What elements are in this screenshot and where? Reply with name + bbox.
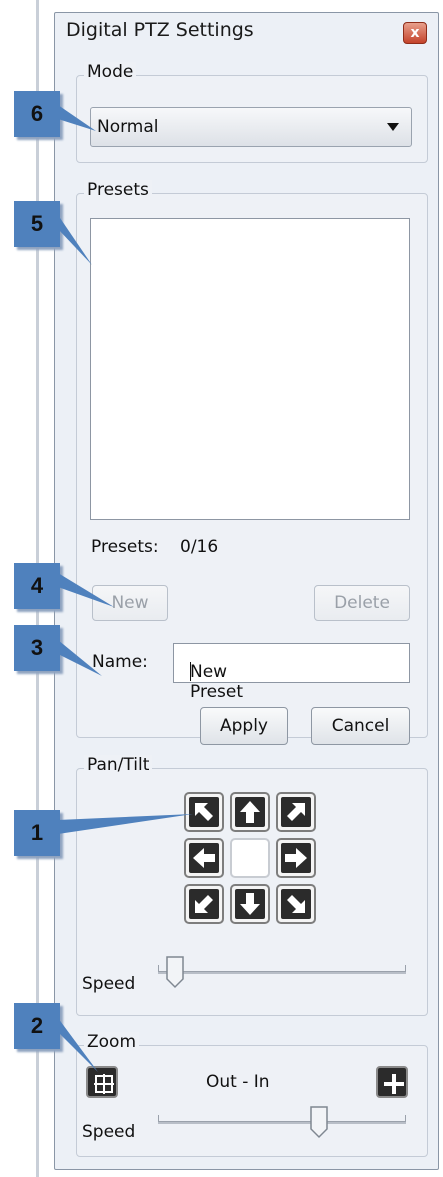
presets-list[interactable] — [90, 218, 410, 520]
pan-down-left-button[interactable] — [184, 884, 224, 924]
pan-right-button[interactable] — [276, 838, 316, 878]
plus-icon — [384, 1074, 404, 1094]
callout-3: 3 — [14, 625, 60, 671]
callout-6-pointer — [58, 105, 96, 131]
zoom-speed-label: Speed — [82, 1122, 136, 1142]
mode-select[interactable]: Normal — [90, 107, 412, 147]
zoom-in-button[interactable] — [376, 1066, 408, 1098]
arrow-up-icon — [240, 801, 260, 823]
arrow-down-icon — [240, 893, 260, 915]
pan-left-button[interactable] — [184, 838, 224, 878]
pantilt-group-label: Pan/Tilt — [84, 755, 153, 775]
callout-6: 6 — [14, 91, 60, 137]
zoom-speed-thumb[interactable] — [309, 1105, 329, 1139]
presets-group-label: Presets — [84, 180, 152, 200]
apply-button[interactable]: Apply — [200, 707, 288, 745]
preset-name-input[interactable]: New Preset — [173, 643, 410, 702]
presets-count-value: 0/16 — [180, 537, 219, 557]
callout-5-pointer — [58, 215, 92, 265]
arrow-down-left-icon — [195, 895, 213, 913]
mode-group-label: Mode — [84, 62, 137, 82]
mode-selected-value: Normal — [97, 117, 159, 137]
zoom-speed-track[interactable] — [158, 1121, 406, 1124]
callout-1: 1 — [14, 810, 60, 856]
pan-down-right-button[interactable] — [276, 884, 316, 924]
close-icon: x — [410, 25, 420, 41]
window-title: Digital PTZ Settings — [66, 19, 254, 41]
callout-4-pointer — [58, 573, 114, 607]
pantilt-speed-label: Speed — [82, 974, 136, 994]
callout-5: 5 — [14, 201, 60, 247]
callout-3-pointer — [58, 640, 102, 676]
delete-preset-button[interactable]: Delete — [314, 585, 410, 621]
pantilt-tick-start — [158, 965, 159, 971]
pantilt-speed-thumb[interactable] — [165, 955, 185, 989]
pantilt-speed-track[interactable] — [158, 971, 406, 974]
cancel-button[interactable]: Cancel — [311, 707, 410, 745]
pantilt-tick-end — [405, 965, 406, 971]
presets-count-label: Presets: — [91, 537, 159, 557]
callout-2: 2 — [14, 1003, 60, 1049]
arrow-left-icon — [193, 848, 215, 868]
preset-name-value: New Preset — [190, 662, 244, 702]
pan-tilt-center — [230, 838, 270, 878]
zoom-tick-end — [405, 1115, 406, 1121]
callout-4: 4 — [14, 563, 60, 609]
arrow-right-icon — [285, 848, 307, 868]
arrow-down-right-icon — [287, 895, 305, 913]
callout-2-pointer — [58, 1018, 98, 1072]
close-button[interactable]: x — [403, 22, 427, 44]
chevron-down-icon — [387, 123, 399, 131]
callout-1-pointer — [58, 814, 193, 834]
zoom-direction-label: Out - In — [206, 1072, 270, 1092]
tilt-up-button[interactable] — [230, 792, 270, 832]
zoom-tick-start — [158, 1115, 159, 1121]
pan-up-right-button[interactable] — [276, 792, 316, 832]
tilt-down-button[interactable] — [230, 884, 270, 924]
arrow-up-right-icon — [287, 803, 305, 821]
